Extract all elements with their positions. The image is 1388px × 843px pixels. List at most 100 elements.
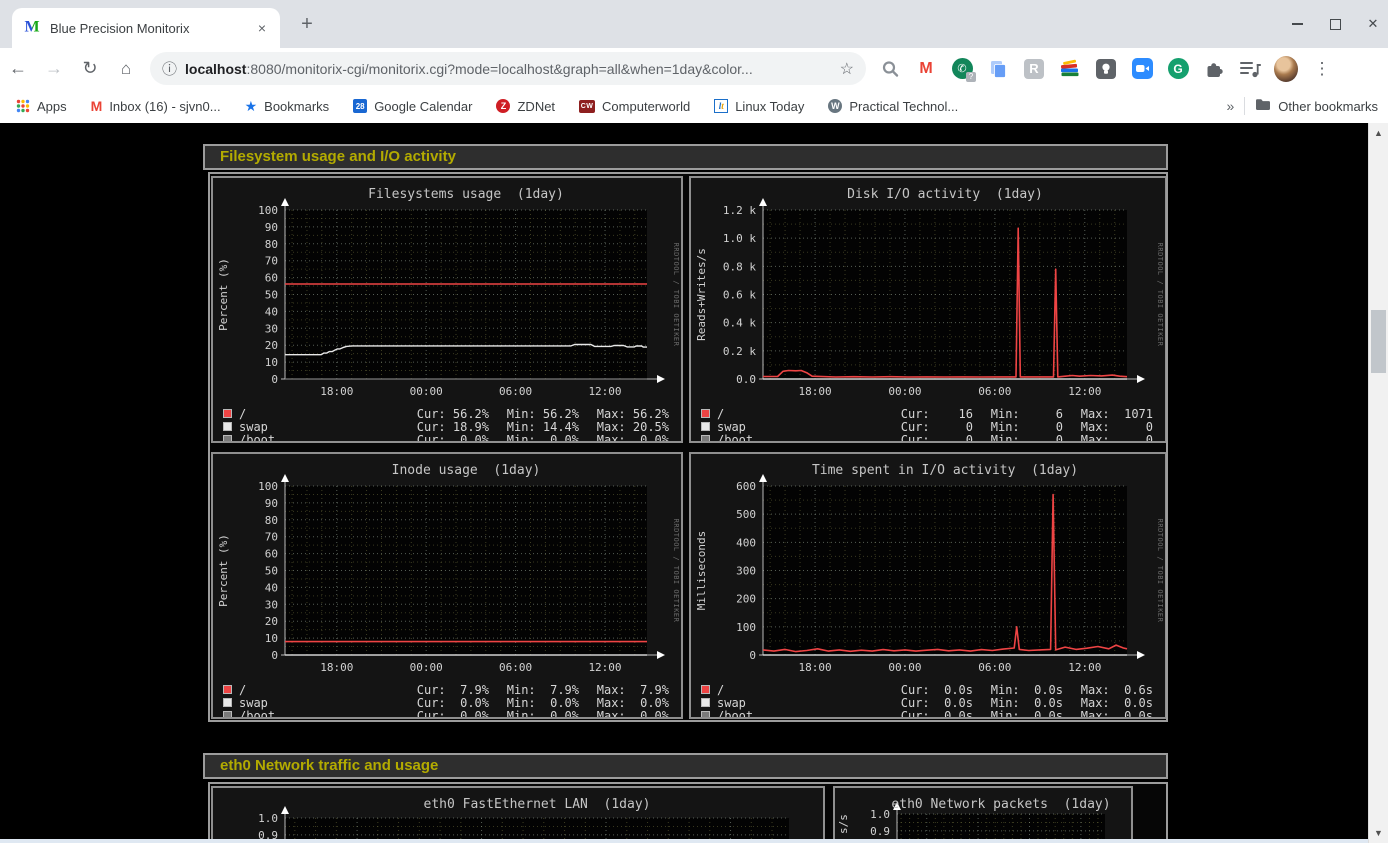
bookmark-star-icon[interactable]: ☆ — [840, 59, 854, 79]
window-minimize-button[interactable] — [1290, 17, 1304, 31]
eth0_lan-chart: eth0 FastEthernet LAN (1day)0.00.10.20.3… — [213, 788, 823, 843]
legend-series-name: /boot — [717, 433, 883, 444]
y-tick-label: 0.4 k — [723, 317, 756, 330]
graph-panel-time_io[interactable]: Time spent in I/O activity (1day)0100200… — [689, 452, 1167, 719]
chart-legend: /Cur: 16Min: 6Max: 1071swapCur: 0Min: 0M… — [701, 407, 1153, 443]
bookmark-item-3[interactable]: ★Bookmarks — [245, 98, 330, 115]
y-axis-label: Percent (%) — [217, 534, 230, 607]
browser-tab[interactable]: M Blue Precision Monitorix × — [12, 8, 280, 48]
bookmark-item-4[interactable]: 28Google Calendar — [353, 99, 472, 114]
forward-icon[interactable]: → — [36, 58, 72, 79]
bookmark-label: Google Calendar — [374, 99, 472, 114]
bookmark-item-1[interactable]: Apps — [16, 99, 67, 114]
y-tick-label: 70 — [265, 255, 278, 268]
graph-panel-eth0_packets[interactable]: eth0 Network packets (1day)0.00.10.20.30… — [833, 786, 1133, 843]
legend-max-value: Max: 0.0s — [1063, 709, 1153, 720]
window-close-button[interactable]: ✕ — [1366, 17, 1380, 31]
page-info-icon[interactable]: ⓘ — [162, 58, 177, 79]
extensions-puzzle-icon[interactable] — [1202, 56, 1226, 82]
y-tick-label: 90 — [265, 497, 278, 510]
legend-min-value: Min: 14.4% — [489, 420, 579, 434]
y-tick-label: 50 — [265, 565, 278, 578]
r-extension-icon[interactable]: R — [1022, 56, 1046, 82]
grammarly-extension-icon[interactable]: G — [1166, 56, 1190, 82]
legend-max-value: Max: 0.6s — [1063, 683, 1153, 697]
legend-swatch — [701, 698, 710, 707]
bookmarks-bar: Apps MInbox (16) - sjvn0... ★Bookmarks 28Go… — [0, 89, 1388, 123]
legend-cur-value: Cur: 0.0% — [399, 696, 489, 710]
vertical-scrollbar[interactable]: ▲ ▼ — [1368, 123, 1388, 843]
y-axis-label: Milliseconds — [695, 531, 708, 610]
window-maximize-button[interactable] — [1328, 17, 1342, 31]
y-tick-label: 500 — [736, 508, 756, 521]
back-icon[interactable]: ← — [0, 58, 36, 79]
graph-panel-eth0_lan[interactable]: eth0 FastEthernet LAN (1day)0.00.10.20.3… — [211, 786, 825, 843]
bookmark-label: ZDNet — [517, 99, 555, 114]
legend-cur-value: Cur: 0.0% — [399, 433, 489, 444]
x-tick-label: 12:00 — [1068, 661, 1101, 674]
lamp-extension-icon[interactable] — [1094, 56, 1118, 82]
bookmarks-overflow-icon[interactable]: » — [1227, 98, 1235, 114]
x-tick-label: 18:00 — [798, 385, 831, 398]
section-title: eth0 Network traffic and usage — [220, 757, 438, 774]
graph-panel-inode_usage[interactable]: Inode usage (1day)0102030405060708090100… — [211, 452, 683, 719]
legend-row: /Cur: 16Min: 6Max: 1071 — [701, 407, 1153, 420]
legend-max-value: Max: 0.0% — [579, 696, 669, 710]
chart-legend: /Cur: 7.9%Min: 7.9%Max: 7.9%swapCur: 0.0… — [223, 683, 669, 719]
y-tick-label: 20 — [265, 615, 278, 628]
legend-max-value: Max: 1071 — [1063, 407, 1153, 421]
playlist-extension-icon[interactable] — [1238, 56, 1262, 82]
url-text[interactable]: localhost:8080/monitorix-cgi/monitorix.c… — [185, 61, 832, 77]
phone-extension-icon[interactable]: ✆? — [950, 56, 974, 82]
fs_usage-chart: Filesystems usage (1day)0102030405060708… — [213, 178, 681, 405]
y-tick-label: 60 — [265, 548, 278, 561]
other-bookmarks-button[interactable]: Other bookmarks — [1255, 98, 1378, 114]
x-tick-label: 00:00 — [410, 385, 443, 398]
books-extension-icon[interactable] — [1058, 56, 1082, 82]
x-tick-label: 00:00 — [888, 661, 921, 674]
bookmark-item-5[interactable]: ZZDNet — [496, 99, 555, 114]
scroll-up-icon[interactable]: ▲ — [1369, 125, 1388, 141]
legend-series-name: / — [717, 407, 883, 421]
zoom-camera-extension-icon[interactable] — [1130, 56, 1154, 82]
scrollbar-thumb[interactable] — [1371, 310, 1386, 373]
graph-panel-fs_usage[interactable]: Filesystems usage (1day)0102030405060708… — [211, 176, 683, 443]
address-bar[interactable]: ⓘ localhost:8080/monitorix-cgi/monitorix… — [150, 52, 866, 85]
legend-series-name: / — [239, 683, 399, 697]
x-tick-label: 06:00 — [978, 385, 1011, 398]
url-host: localhost — [185, 61, 246, 77]
bookmark-item-6[interactable]: CWComputerworld — [579, 99, 690, 114]
y-tick-label: 0 — [749, 649, 756, 662]
new-tab-button[interactable]: + — [294, 12, 320, 38]
y-axis-label: Percent (%) — [217, 258, 230, 331]
legend-row: swapCur: 18.9%Min: 14.4%Max: 20.5% — [223, 420, 669, 433]
y-tick-label: 200 — [736, 593, 756, 606]
copy-pages-extension-icon[interactable] — [986, 56, 1010, 82]
x-tick-label: 18:00 — [798, 661, 831, 674]
legend-max-value: Max: 7.9% — [579, 683, 669, 697]
search-extension-icon[interactable] — [878, 56, 902, 82]
bookmark-label: Bookmarks — [264, 99, 329, 114]
profile-avatar[interactable] — [1274, 56, 1298, 82]
y-tick-label: 1.0 k — [723, 232, 756, 245]
menu-kebab-icon[interactable]: ⋮ — [1310, 56, 1334, 82]
rrdtool-watermark: RRDTOOL / TOBI OETIKER — [672, 519, 680, 623]
bookmark-item-7[interactable]: ltLinux Today — [714, 99, 804, 114]
gmail-extension-icon[interactable]: M — [914, 56, 938, 82]
legend-cur-value: Cur: 0 — [883, 420, 973, 434]
y-tick-label: 50 — [265, 289, 278, 302]
legend-min-value: Min: 0.0s — [973, 709, 1063, 720]
bookmark-item-8[interactable]: WPractical Technol... — [828, 99, 958, 114]
legend-cur-value: Cur: 56.2% — [399, 407, 489, 421]
tab-bar: M Blue Precision Monitorix × + ✕ — [0, 0, 1388, 48]
y-tick-label: 80 — [265, 514, 278, 527]
y-tick-label: 10 — [265, 356, 278, 369]
tab-close-icon[interactable]: × — [254, 20, 270, 36]
bookmark-item-2[interactable]: MInbox (16) - sjvn0... — [91, 98, 221, 114]
scroll-down-icon[interactable]: ▼ — [1369, 825, 1388, 841]
legend-swatch — [223, 711, 232, 719]
reload-icon[interactable]: ↻ — [72, 58, 108, 79]
graph-panel-disk_io[interactable]: Disk I/O activity (1day)0.00.2 k0.4 k0.6… — [689, 176, 1167, 443]
browser-toolbar: ← → ↻ ⌂ ⓘ localhost:8080/monitorix-cgi/m… — [0, 48, 1388, 89]
home-icon[interactable]: ⌂ — [108, 59, 144, 79]
